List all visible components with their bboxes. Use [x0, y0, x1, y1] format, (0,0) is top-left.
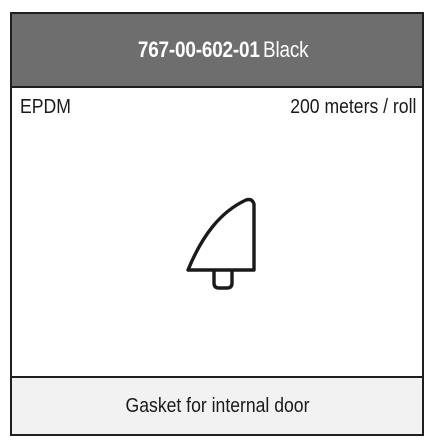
product-color: Black	[263, 37, 309, 62]
product-footer: Gasket for internal door	[12, 378, 422, 434]
header-divider	[12, 86, 422, 88]
product-header: 767-00-602-01 Black	[12, 14, 422, 86]
product-card: 767-00-602-01 Black EPDM 200 meters / ro…	[10, 12, 424, 436]
quantity-label: 200 meters / roll	[289, 96, 416, 118]
gasket-profile-icon	[186, 197, 256, 290]
spec-row: EPDM 200 meters / roll	[12, 96, 422, 122]
part-number: 767-00-602-01	[137, 37, 260, 62]
product-description: Gasket for internal door	[125, 394, 309, 417]
material-label: EPDM	[20, 96, 71, 118]
